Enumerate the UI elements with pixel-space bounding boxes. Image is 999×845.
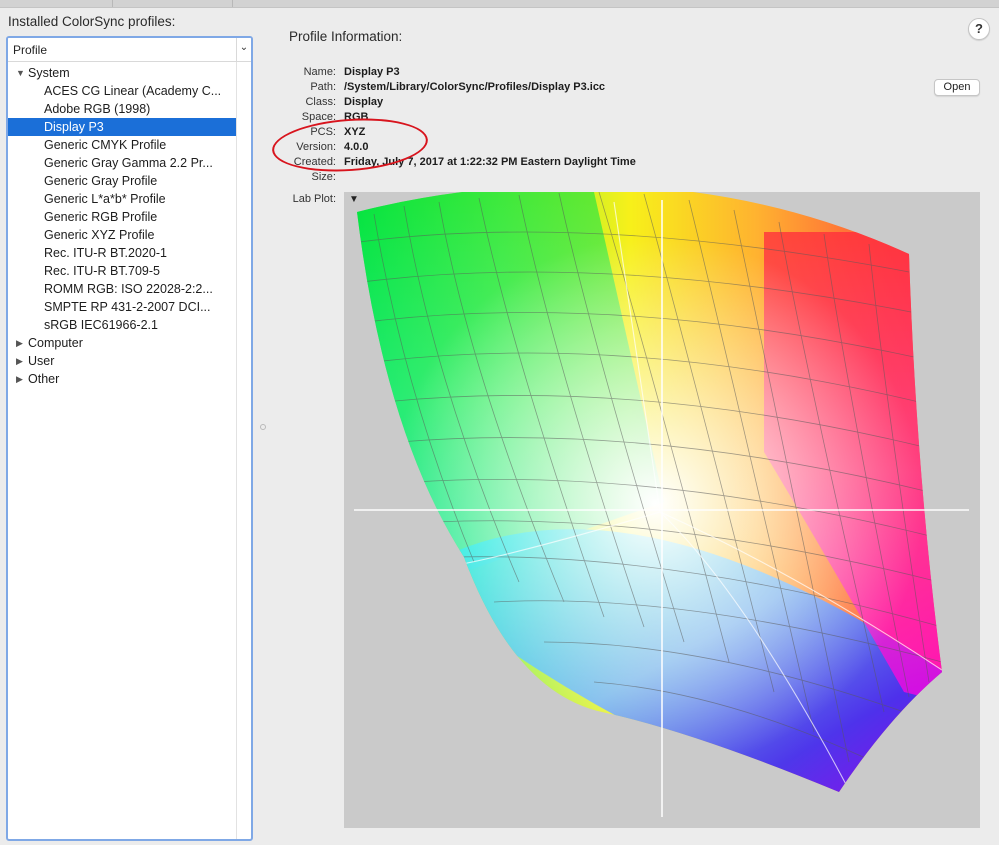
column-header-label: Profile	[13, 43, 48, 57]
profile-item-label: Rec. ITU-R BT.2020-1	[44, 246, 167, 260]
profile-item-label: Rec. ITU-R BT.709-5	[44, 264, 161, 278]
tree-group-label: System	[28, 66, 70, 80]
profile-list-item[interactable]: ACES CG Linear (Academy C...	[8, 82, 236, 100]
tree-group-computer[interactable]: ▶ Computer	[8, 334, 236, 352]
tree-group-label: User	[28, 354, 55, 368]
profile-info-title: Profile Information:	[289, 29, 403, 44]
profile-item-label: Generic CMYK Profile	[44, 138, 167, 152]
profile-item-label: SMPTE RP 431-2-2007 DCI...	[44, 300, 211, 314]
window-top-bar	[0, 0, 999, 8]
disclosure-closed-icon[interactable]: ▶	[16, 352, 23, 370]
list-column-header[interactable]: Profile ⌄	[8, 38, 251, 62]
plot-options-menu-icon[interactable]: ▼	[349, 194, 359, 205]
name-value: Display P3	[344, 66, 400, 78]
tree-group-label: Computer	[28, 336, 83, 350]
split-view-handle[interactable]	[260, 424, 266, 430]
profile-item-label: Generic XYZ Profile	[44, 228, 155, 242]
profile-item-label: Generic Gray Profile	[44, 174, 158, 188]
profile-item-label: Generic RGB Profile	[44, 210, 158, 224]
disclosure-closed-icon[interactable]: ▶	[16, 334, 23, 352]
profile-list-item[interactable]: Display P3	[8, 118, 236, 136]
path-value: /System/Library/ColorSync/Profiles/Displ…	[344, 81, 606, 93]
profile-list-item[interactable]: Generic Gray Gamma 2.2 Pr...	[8, 154, 236, 172]
profile-list[interactable]: Profile ⌄ ▼ System ACES CG Linear (Academy…	[6, 36, 253, 841]
column-header-divider	[236, 38, 237, 62]
tree-group-label: Other	[28, 372, 60, 386]
profile-list-item[interactable]: Rec. ITU-R BT.709-5	[8, 262, 236, 280]
top-bar-divider	[112, 0, 113, 7]
profile-list-item[interactable]: SMPTE RP 431-2-2007 DCI...	[8, 298, 236, 316]
lab-plot-view[interactable]: ▼	[344, 192, 980, 828]
class-value: Display	[344, 96, 384, 108]
tree-group-system[interactable]: ▼ System	[8, 64, 236, 82]
profile-tree: ▼ System ACES CG Linear (Academy C... Adobe…	[8, 64, 236, 388]
installed-profiles-label: Installed ColorSync profiles:	[8, 14, 176, 29]
help-button[interactable]: ?	[968, 18, 990, 40]
size-label: Size:	[311, 171, 336, 183]
profile-list-item[interactable]: Generic CMYK Profile	[8, 136, 236, 154]
lab-gamut-plot[interactable]	[344, 192, 980, 828]
profile-item-label: sRGB IEC61966-2.1	[44, 318, 158, 332]
profile-item-label: Adobe RGB (1998)	[44, 102, 151, 116]
profile-item-label: Generic L*a*b* Profile	[44, 192, 166, 206]
profile-list-item[interactable]: Rec. ITU-R BT.2020-1	[8, 244, 236, 262]
path-label: Path:	[310, 81, 336, 93]
disclosure-closed-icon[interactable]: ▶	[16, 370, 23, 388]
lab-plot-label: Lab Plot:	[292, 193, 336, 205]
profile-list-item[interactable]: Generic L*a*b* Profile	[8, 190, 236, 208]
profile-list-item[interactable]: ROMM RGB: ISO 22028-2:2...	[8, 280, 236, 298]
disclosure-open-icon[interactable]: ▼	[16, 64, 25, 82]
open-button[interactable]: Open	[934, 79, 980, 96]
top-bar-divider	[232, 0, 233, 7]
column-options-button[interactable]: ⌄	[238, 42, 250, 56]
profile-item-label: Display P3	[44, 120, 104, 134]
tree-group-other[interactable]: ▶ Other	[8, 370, 236, 388]
profile-item-label: ROMM RGB: ISO 22028-2:2...	[44, 282, 213, 296]
name-label: Name:	[303, 66, 336, 78]
class-label: Class:	[305, 96, 336, 108]
profile-item-label: ACES CG Linear (Academy C...	[44, 84, 222, 98]
profile-list-item[interactable]: Generic RGB Profile	[8, 208, 236, 226]
profile-list-item[interactable]: Generic XYZ Profile	[8, 226, 236, 244]
tree-group-user[interactable]: ▶ User	[8, 352, 236, 370]
profile-list-item[interactable]: Generic Gray Profile	[8, 172, 236, 190]
profile-list-item[interactable]: Adobe RGB (1998)	[8, 100, 236, 118]
column-divider	[236, 62, 237, 839]
profile-item-label: Generic Gray Gamma 2.2 Pr...	[44, 156, 213, 170]
profile-list-item[interactable]: sRGB IEC61966-2.1	[8, 316, 236, 334]
